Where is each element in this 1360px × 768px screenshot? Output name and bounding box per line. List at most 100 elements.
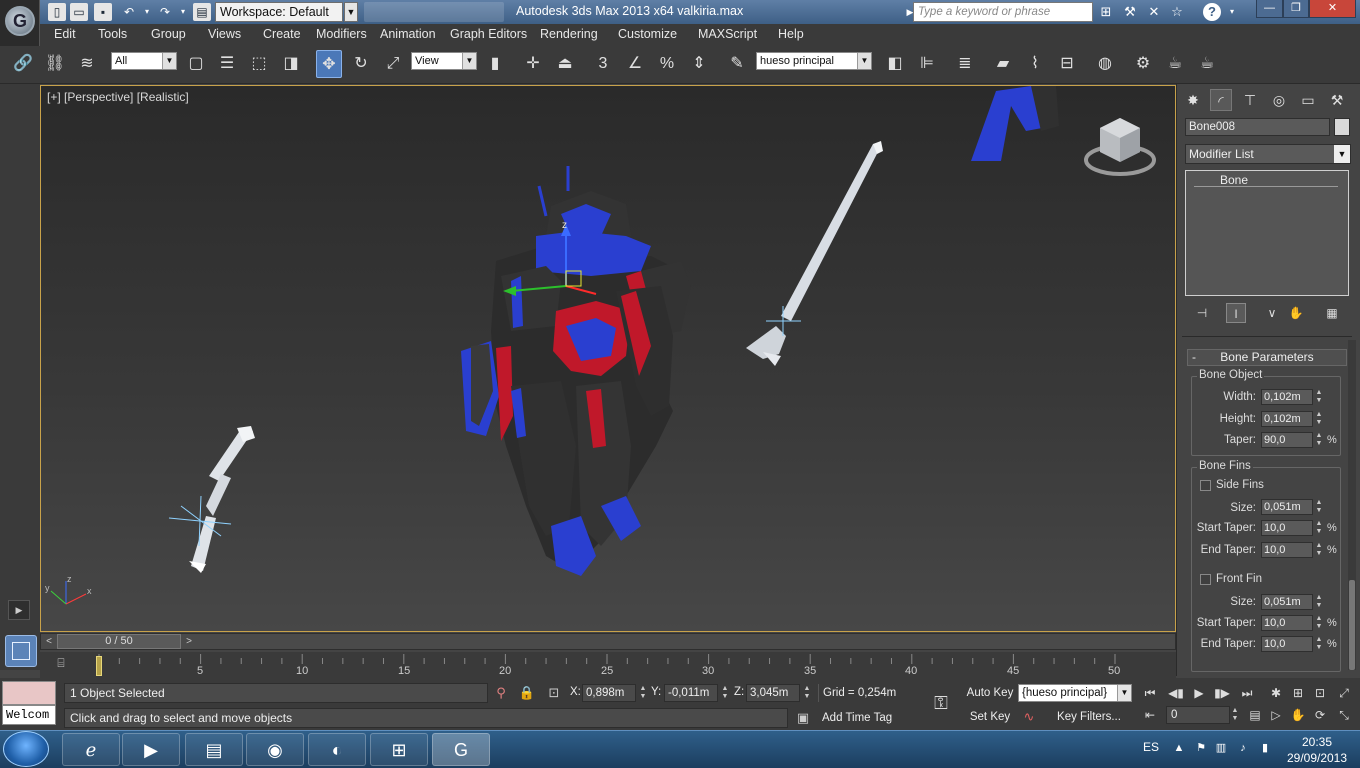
command-panel-scrollbar[interactable] <box>1348 340 1356 670</box>
configure-modifier-sets-icon[interactable]: ▦ <box>1322 303 1342 323</box>
select-object-icon[interactable]: ▢ <box>183 50 209 78</box>
project-folder-icon[interactable]: ▤ <box>193 3 211 21</box>
3ds-max-taskbar-icon[interactable]: G <box>432 733 490 766</box>
time-slider-next-button[interactable]: > <box>181 634 197 649</box>
hierarchy-tab-icon[interactable]: ⊤ <box>1239 89 1261 111</box>
mirror-icon[interactable]: ◧ <box>882 50 908 78</box>
width-spinner-arrows[interactable]: ▲ ▼ <box>1314 389 1324 405</box>
zoom-extents-selected-icon[interactable]: ⊡ <box>1310 684 1330 702</box>
close-window-button[interactable]: ✕ <box>1309 0 1356 18</box>
percent-snap-icon[interactable]: % <box>654 50 680 78</box>
selection-filter-dropdown[interactable]: All ▼ <box>111 52 177 70</box>
time-slider-thumb[interactable]: 0 / 50 <box>57 634 181 649</box>
angle-snap-icon[interactable]: ∠ <box>622 50 648 78</box>
file-explorer-icon[interactable]: ▤ <box>185 733 243 766</box>
field-of-view-icon[interactable]: ▷ <box>1266 706 1286 724</box>
menu-animation[interactable]: Animation <box>380 27 436 41</box>
search-input[interactable]: Type a keyword or phrase <box>913 2 1093 22</box>
selection-lock-icon[interactable]: 🔒 <box>518 684 536 702</box>
isolate-selection-icon[interactable]: ⚲ <box>492 684 510 702</box>
utilities-tab-icon[interactable]: ⚒ <box>1326 89 1348 111</box>
maxscript-mini-listener[interactable] <box>2 681 56 705</box>
security-app-icon[interactable]: ◐ <box>308 733 366 766</box>
snaps-toggle-icon[interactable]: 3 <box>590 50 616 78</box>
set-key-button[interactable]: Set Key <box>966 708 1014 726</box>
open-file-icon[interactable]: ▭ <box>70 3 88 21</box>
maximize-viewport-icon[interactable]: ⤡ <box>1334 706 1354 724</box>
show-end-result-icon[interactable]: Ι <box>1226 303 1246 323</box>
material-editor-icon[interactable]: ◍ <box>1092 50 1118 78</box>
rendered-frame-window-icon[interactable]: ☕ <box>1162 50 1188 78</box>
absolute-mode-transform-icon[interactable]: ⊡ <box>545 684 563 702</box>
volume-icon[interactable]: ♪ <box>1236 741 1250 755</box>
orbit-icon[interactable]: ⟳ <box>1310 706 1330 724</box>
menu-views[interactable]: Views <box>208 27 241 41</box>
play-icon[interactable]: ▶ <box>1189 684 1209 702</box>
side-start-taper-spinner-arrows[interactable]: ▲ ▼ <box>1314 520 1324 536</box>
menu-tools[interactable]: Tools <box>98 27 127 41</box>
start-button[interactable] <box>3 731 49 767</box>
align-icon[interactable]: ⊫ <box>914 50 940 78</box>
maximize-window-button[interactable]: ❐ <box>1283 0 1309 18</box>
new-scene-icon[interactable]: ▯ <box>48 3 66 21</box>
input-language-indicator[interactable]: ES <box>1143 740 1159 754</box>
action-center-icon[interactable]: ⚑ <box>1194 741 1208 755</box>
help-dropdown-icon[interactable]: ▾ <box>1223 3 1241 21</box>
set-keys-icon[interactable]: ⚿ <box>924 688 958 718</box>
go-to-start-icon[interactable]: ⏮ <box>1140 684 1160 702</box>
current-frame-field[interactable]: 0 <box>1166 706 1230 724</box>
frame-spinner-arrows[interactable]: ▲ ▼ <box>1230 707 1240 723</box>
clock-date[interactable]: 29/09/2013 <box>1282 751 1352 765</box>
communication-center-icon[interactable]: ✕ <box>1145 3 1163 21</box>
stack-item-bone[interactable]: Bone <box>1194 173 1338 187</box>
side-size-spinner-arrows[interactable]: ▲ ▼ <box>1314 499 1324 515</box>
keyboard-shortcut-override-icon[interactable]: ⏏ <box>552 50 578 78</box>
modifier-stack[interactable]: Bone <box>1185 170 1349 296</box>
time-slider-prev-button[interactable]: < <box>41 634 57 649</box>
link-icon[interactable]: 🔗 <box>10 50 36 78</box>
side-size-spinner[interactable]: 0,051m <box>1261 499 1313 515</box>
z-coordinate-field[interactable]: 3,045m <box>746 684 800 702</box>
front-size-spinner-arrows[interactable]: ▲ ▼ <box>1314 594 1324 610</box>
minimize-window-button[interactable]: — <box>1256 0 1283 18</box>
create-tab-icon[interactable]: ✸ <box>1182 89 1204 111</box>
reference-coordinate-dropdown[interactable]: View ▼ <box>411 52 477 70</box>
window-crossing-icon[interactable]: ◨ <box>278 50 304 78</box>
default-in-out-tangents-icon[interactable]: ∿ <box>1020 708 1038 726</box>
open-mini-curve-editor-icon[interactable]: ⌸ <box>48 656 74 674</box>
y-coordinate-field[interactable]: -0,011m <box>664 684 718 702</box>
width-spinner[interactable]: 0,102m <box>1261 389 1313 405</box>
motion-tab-icon[interactable]: ◎ <box>1268 89 1290 111</box>
x-coordinate-field[interactable]: 0,898m <box>582 684 636 702</box>
media-player-icon[interactable]: ▶ <box>122 733 180 766</box>
front-start-taper-spinner-arrows[interactable]: ▲ ▼ <box>1314 615 1324 631</box>
power-icon[interactable]: ▮ <box>1258 741 1272 755</box>
side-fins-checkbox[interactable] <box>1200 480 1211 491</box>
redo-dropdown-icon[interactable]: ▾ <box>174 3 192 21</box>
front-size-spinner[interactable]: 0,051m <box>1261 594 1313 610</box>
redo-icon[interactable]: ↷ <box>156 3 174 21</box>
key-selection-set-dropdown[interactable]: {hueso principal} ▼ <box>1018 684 1132 702</box>
graphite-modeling-icon[interactable]: ▰ <box>990 50 1016 78</box>
workspace-selector[interactable]: Workspace: Default <box>215 2 343 22</box>
front-end-taper-spinner-arrows[interactable]: ▲ ▼ <box>1314 636 1324 652</box>
menu-edit[interactable]: Edit <box>54 27 76 41</box>
side-start-taper-spinner[interactable]: 10,0 <box>1261 520 1313 536</box>
front-start-taper-spinner[interactable]: 10,0 <box>1261 615 1313 631</box>
application-button[interactable]: G <box>0 0 40 46</box>
schematic-view-icon[interactable]: ⊟ <box>1054 50 1080 78</box>
clock-time[interactable]: 20:35 <box>1292 735 1342 749</box>
save-file-icon[interactable]: ▪ <box>94 3 112 21</box>
maxscript-listener-input[interactable]: Welcom <box>2 705 56 725</box>
y-spinner-arrows[interactable]: ▲ ▼ <box>720 685 730 701</box>
zoom-all-icon[interactable]: ⊞ <box>1288 684 1308 702</box>
layer-manager-icon[interactable]: ≣ <box>952 50 978 78</box>
menu-group[interactable]: Group <box>151 27 186 41</box>
front-fin-checkbox[interactable] <box>1200 574 1211 585</box>
expand-icon[interactable]: ▶ <box>8 600 30 620</box>
front-end-taper-spinner[interactable]: 10,0 <box>1261 636 1313 652</box>
height-spinner[interactable]: 0,102m <box>1261 411 1313 427</box>
chrome-icon[interactable]: ◉ <box>246 733 304 766</box>
taper-spinner-arrows[interactable]: ▲ ▼ <box>1314 432 1324 448</box>
select-and-move-icon[interactable]: ✥ <box>316 50 342 78</box>
